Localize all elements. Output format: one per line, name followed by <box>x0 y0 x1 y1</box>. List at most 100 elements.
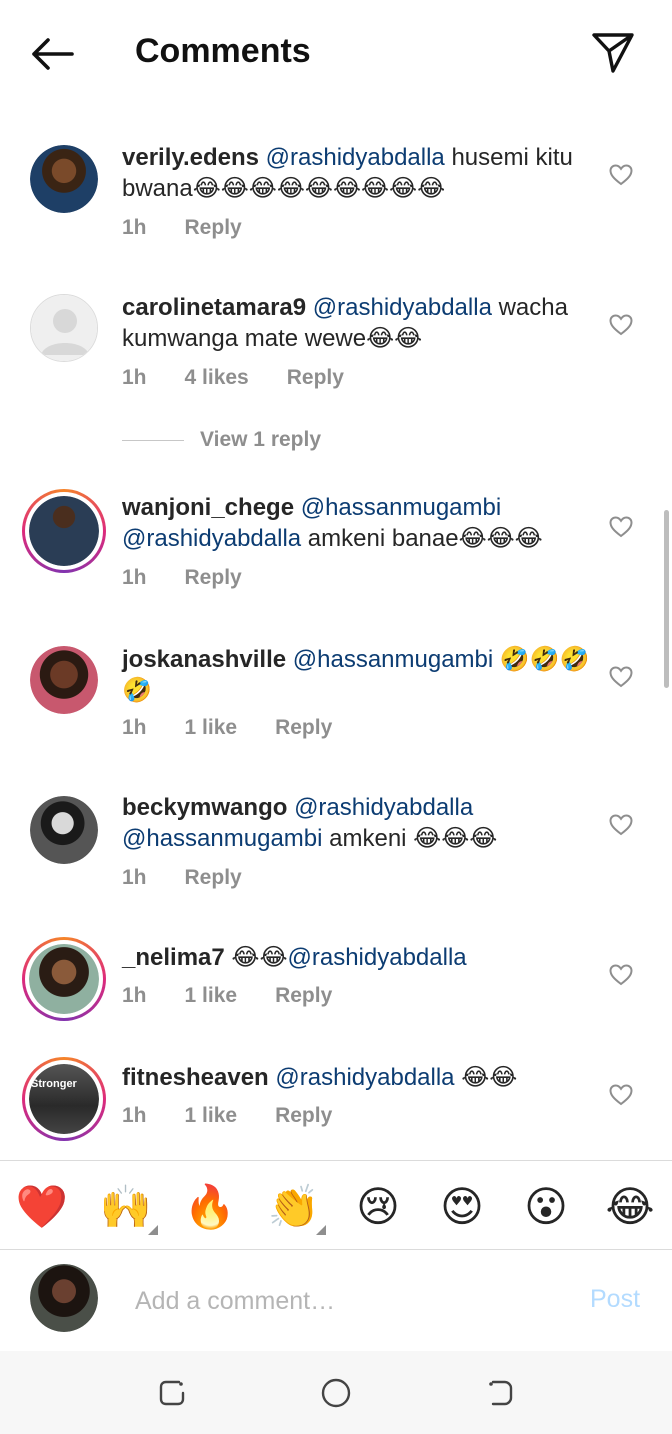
comment-likes[interactable]: 1 like <box>185 716 238 739</box>
avatar <box>29 944 99 1014</box>
back-nav-button[interactable] <box>480 1373 520 1413</box>
back-button[interactable] <box>28 34 76 74</box>
reply-button[interactable]: Reply <box>275 1104 332 1127</box>
comment-text: carolinetamara9 @rashidyabdalla wacha ku… <box>122 292 592 354</box>
comment-meta: 1h 4 likes Reply <box>122 366 382 390</box>
page-title: Comments <box>135 32 311 70</box>
comment-username[interactable]: fitnesheaven <box>122 1064 269 1091</box>
avatar[interactable] <box>30 294 98 362</box>
system-nav-bar <box>0 1351 672 1434</box>
comment-text: verily.edens @rashidyabdalla husemi kitu… <box>122 142 592 204</box>
reply-button[interactable]: Reply <box>275 984 332 1007</box>
paper-plane-icon <box>592 33 634 73</box>
post-button[interactable]: Post <box>590 1285 640 1314</box>
reply-button[interactable]: Reply <box>275 716 332 739</box>
comment-mention[interactable]: @rashidyabdalla <box>313 294 492 321</box>
comment-time: 1h <box>122 366 147 389</box>
comment-text: beckymwango @rashidyabdalla @hassanmugam… <box>122 792 592 854</box>
comment-time: 1h <box>122 216 147 239</box>
comment-meta: 1h Reply <box>122 216 280 240</box>
reply-button[interactable]: Reply <box>287 366 344 389</box>
comment-body: 😂😂 <box>224 944 288 971</box>
reply-button[interactable]: Reply <box>185 216 242 239</box>
avatar: Stronger <box>29 1064 99 1134</box>
avatar[interactable] <box>30 1264 98 1332</box>
like-button[interactable] <box>606 310 636 340</box>
home-button[interactable] <box>316 1373 356 1413</box>
comment-likes[interactable]: 1 like <box>185 984 238 1007</box>
emoji-clap-button[interactable]: 👏 <box>266 1181 326 1235</box>
emoji-heart-button[interactable]: ❤️ <box>14 1181 70 1233</box>
home-circle-icon <box>321 1378 351 1408</box>
comment-username[interactable]: wanjoni_chege <box>122 494 294 521</box>
comment-body: amkeni 😂😂😂 <box>322 825 498 852</box>
emoji-fire-button[interactable]: 🔥 <box>182 1181 238 1233</box>
avatar-story-ring[interactable] <box>22 489 106 573</box>
view-replies-button[interactable]: View 1 reply <box>122 428 321 452</box>
comment-meta: 1h Reply <box>122 866 280 890</box>
clap-icon: 👏 <box>267 1183 321 1230</box>
comment-text: _nelima7 😂😂@rashidyabdalla <box>122 942 592 973</box>
comment-username[interactable]: carolinetamara9 <box>122 294 306 321</box>
comment-time: 1h <box>122 866 147 889</box>
view-replies-label: View 1 reply <box>200 428 322 451</box>
avatar[interactable] <box>30 646 98 714</box>
recents-button[interactable] <box>152 1373 192 1413</box>
comment-mention[interactable]: @hassanmugambi <box>293 646 493 673</box>
comment-time: 1h <box>122 984 147 1007</box>
reply-button[interactable]: Reply <box>185 866 242 889</box>
avatar-badge-text: Stronger <box>31 1078 77 1090</box>
heart-outline-icon <box>609 666 633 688</box>
emoji-raised-hands-button[interactable]: 🙌 <box>98 1181 158 1235</box>
recents-icon <box>159 1380 185 1406</box>
comment-text: joskanashville @hassanmugambi 🤣🤣🤣🤣 <box>122 644 592 706</box>
comment-likes[interactable]: 4 likes <box>185 366 249 389</box>
comment-meta: 1h 1 like Reply <box>122 1104 370 1128</box>
avatar[interactable] <box>30 796 98 864</box>
skin-tone-indicator-icon <box>148 1225 158 1235</box>
emoji-surprised-button[interactable]: 😮 <box>518 1181 574 1233</box>
like-button[interactable] <box>606 512 636 542</box>
heart-outline-icon <box>609 1084 633 1106</box>
raised-hands-icon: 🙌 <box>99 1183 153 1230</box>
emoji-laughing-button[interactable]: 😂 <box>602 1181 658 1233</box>
avatar-story-ring[interactable] <box>22 937 106 1021</box>
comment-username[interactable]: joskanashville <box>122 646 286 673</box>
like-button[interactable] <box>606 160 636 190</box>
emoji-heart-eyes-button[interactable]: 😍 <box>434 1181 490 1233</box>
scrollbar[interactable] <box>664 510 669 688</box>
heart-outline-icon <box>609 964 633 986</box>
comment-likes[interactable]: 1 like <box>185 1104 238 1127</box>
comment-meta: 1h Reply <box>122 566 280 590</box>
header: Comments <box>0 0 672 108</box>
comment-mention[interactable]: @rashidyabdalla <box>288 944 467 971</box>
comment-mention[interactable]: @rashidyabdalla <box>266 144 445 171</box>
comment-mention[interactable]: @rashidyabdalla <box>275 1064 454 1091</box>
avatar[interactable] <box>30 145 98 213</box>
like-button[interactable] <box>606 662 636 692</box>
comment-body: amkeni banae😂😂😂 <box>301 525 543 552</box>
avatar-story-ring[interactable]: Stronger <box>22 1057 106 1141</box>
arrow-left-icon <box>32 38 74 70</box>
like-button[interactable] <box>606 1080 636 1110</box>
emoji-crying-button[interactable]: 😢 <box>350 1181 406 1233</box>
reply-button[interactable]: Reply <box>185 566 242 589</box>
like-button[interactable] <box>606 810 636 840</box>
comment-username[interactable]: _nelima7 <box>122 944 225 971</box>
comment-username[interactable]: beckymwango <box>122 794 287 821</box>
comment-composer: Post <box>0 1251 672 1351</box>
back-nav-icon <box>489 1380 513 1406</box>
avatar <box>29 496 99 566</box>
comment-text: fitnesheaven @rashidyabdalla 😂😂 <box>122 1062 592 1093</box>
comment-time: 1h <box>122 566 147 589</box>
like-button[interactable] <box>606 960 636 990</box>
heart-outline-icon <box>609 164 633 186</box>
comment-time: 1h <box>122 1104 147 1127</box>
share-button[interactable] <box>588 28 638 76</box>
comment-time: 1h <box>122 716 147 739</box>
skin-tone-indicator-icon <box>316 1225 326 1235</box>
comment-meta: 1h 1 like Reply <box>122 984 370 1008</box>
comment-input[interactable] <box>135 1281 555 1321</box>
default-avatar-icon <box>31 295 97 361</box>
comment-username[interactable]: verily.edens <box>122 144 259 171</box>
